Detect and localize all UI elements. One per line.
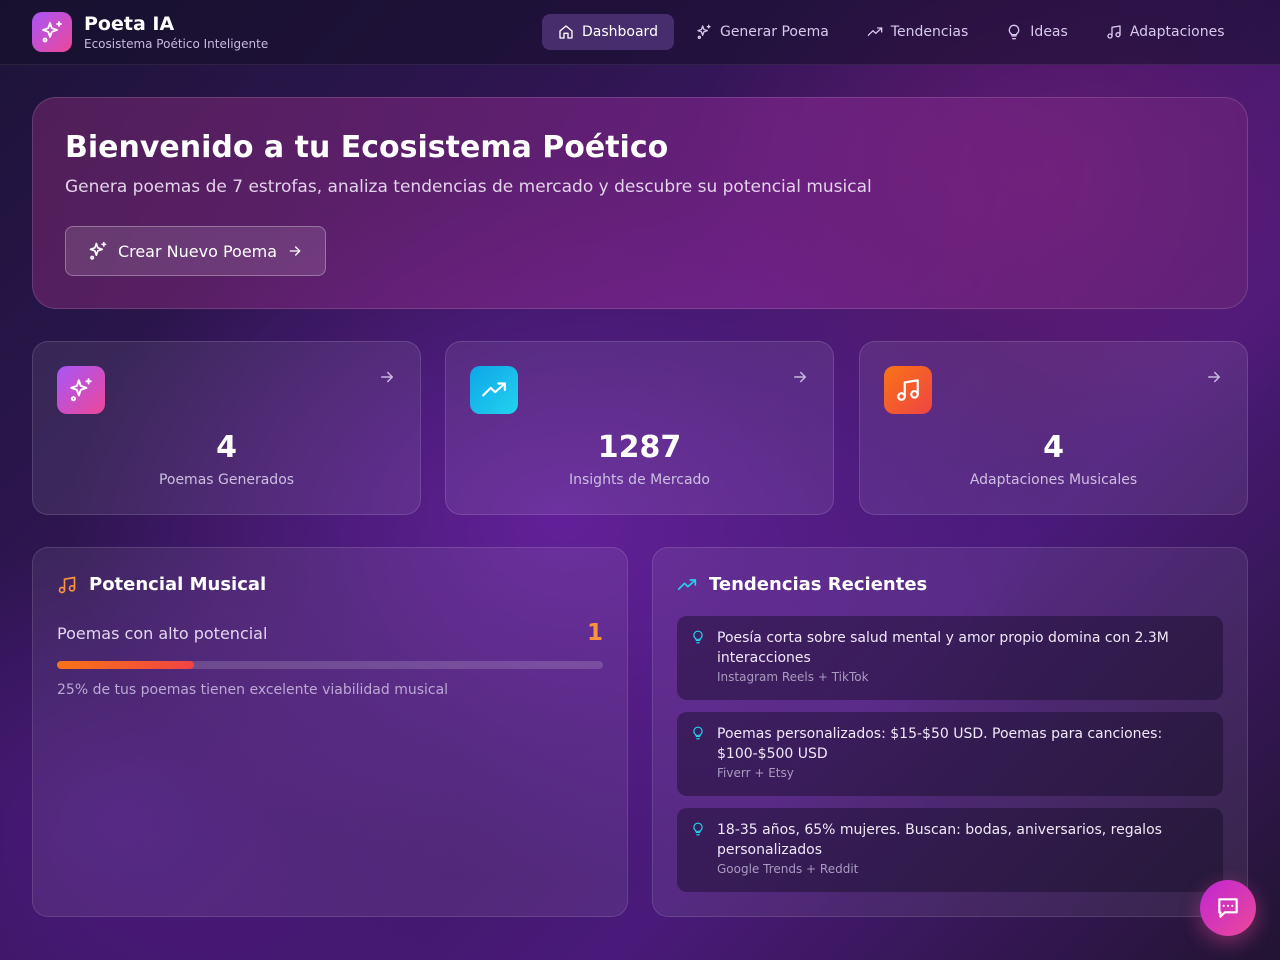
panel-title: Tendencias Recientes — [709, 574, 928, 595]
potential-note: 25% de tus poemas tienen excelente viabi… — [57, 682, 449, 698]
chat-button[interactable] — [1200, 880, 1256, 936]
musical-potential-panel: Potencial Musical Poemas con alto potenc… — [32, 547, 628, 917]
potential-progress-fill — [57, 661, 194, 669]
lightbulb-icon — [1009, 24, 1020, 40]
trend-source: Google Trends + Reddit — [717, 862, 859, 876]
nav-generar-poema[interactable]: Generar Poema — [680, 14, 845, 50]
trend-text: 18-35 años, 65% mujeres. Buscan: bodas, … — [717, 822, 1162, 858]
trend-text: Poemas personalizados: $15-$50 USD. Poem… — [717, 726, 1163, 762]
nav-tendencias-label: Tendencias — [890, 24, 969, 40]
music-icon — [58, 576, 76, 593]
sparkles-icon — [697, 24, 711, 39]
stat-label: Insights de Mercado — [569, 472, 710, 488]
sparkles-icon — [89, 241, 107, 260]
stat-label: Adaptaciones Musicales — [969, 472, 1138, 488]
welcome-hero: Bienvenido a tu Ecosistema Poético Gener… — [32, 97, 1248, 309]
lightbulb-icon — [693, 630, 703, 644]
stat-value: 4 — [1043, 430, 1064, 465]
top-bar: Poeta IA Ecosistema Poético Inteligente … — [0, 0, 1280, 65]
recent-trends-panel: Tendencias Recientes Poesía corta sobre … — [652, 547, 1248, 917]
arrow-right-icon[interactable] — [378, 368, 396, 386]
arrow-right-icon[interactable] — [791, 368, 809, 386]
trend-item[interactable]: Poemas personalizados: $15-$50 USD. Poem… — [677, 712, 1223, 796]
trending-up-icon — [867, 27, 883, 36]
stat-value: 4 — [216, 430, 237, 465]
brand-subtitle: Ecosistema Poético Inteligente — [84, 37, 269, 51]
trending-up-icon — [677, 578, 697, 590]
arrow-right-icon — [289, 246, 301, 256]
sparkles-icon — [57, 366, 105, 414]
brand-title: Poeta IA — [84, 13, 175, 35]
stat-value: 1287 — [597, 430, 682, 465]
main-nav: Dashboard Generar Poema Tendencias Ideas… — [542, 14, 1241, 50]
nav-ideas-label: Ideas — [1030, 24, 1068, 40]
stat-label: Poemas Generados — [158, 472, 295, 488]
nav-adaptaciones-label: Adaptaciones — [1129, 24, 1225, 40]
nav-ideas[interactable]: Ideas — [990, 14, 1084, 50]
lightbulb-icon — [693, 726, 703, 740]
nav-dashboard[interactable]: Dashboard — [542, 14, 674, 50]
stat-card-adaptations[interactable]: 4 Adaptaciones Musicales — [859, 341, 1248, 515]
stat-card-poems[interactable]: 4 Poemas Generados — [32, 341, 421, 515]
music-icon — [884, 366, 932, 414]
music-icon — [1107, 25, 1121, 39]
nav-tendencias[interactable]: Tendencias — [851, 14, 985, 50]
create-poem-button[interactable]: Crear Nuevo Poema — [65, 226, 326, 276]
sparkles-icon — [32, 12, 72, 52]
nav-generar-poema-label: Generar Poema — [719, 24, 829, 40]
trend-source: Instagram Reels + TikTok — [717, 670, 869, 684]
trend-item[interactable]: 18-35 años, 65% mujeres. Buscan: bodas, … — [677, 808, 1223, 892]
trend-item[interactable]: Poesía corta sobre salud mental y amor p… — [677, 616, 1223, 700]
chat-icon — [1218, 898, 1238, 918]
home-icon — [559, 25, 573, 39]
nav-dashboard-label: Dashboard — [582, 24, 658, 40]
create-poem-button-label: Crear Nuevo Poema — [117, 241, 278, 261]
high-potential-label: Poemas con alto potencial — [57, 623, 268, 643]
panel-title: Potencial Musical — [89, 574, 267, 595]
trending-up-icon — [470, 366, 518, 414]
hero-subtitle: Genera poemas de 7 estrofas, analiza ten… — [65, 177, 872, 197]
trend-text: Poesía corta sobre salud mental y amor p… — [717, 630, 1169, 666]
nav-adaptaciones[interactable]: Adaptaciones — [1090, 14, 1241, 50]
high-potential-count: 1 — [586, 620, 603, 646]
arrow-right-icon[interactable] — [1205, 368, 1223, 386]
hero-title: Bienvenido a tu Ecosistema Poético — [65, 130, 669, 165]
potential-progress-bar — [57, 661, 603, 669]
stat-card-insights[interactable]: 1287 Insights de Mercado — [445, 341, 834, 515]
lightbulb-icon — [693, 822, 703, 836]
brand[interactable]: Poeta IA Ecosistema Poético Inteligente — [32, 12, 268, 52]
trend-source: Fiverr + Etsy — [717, 766, 794, 780]
